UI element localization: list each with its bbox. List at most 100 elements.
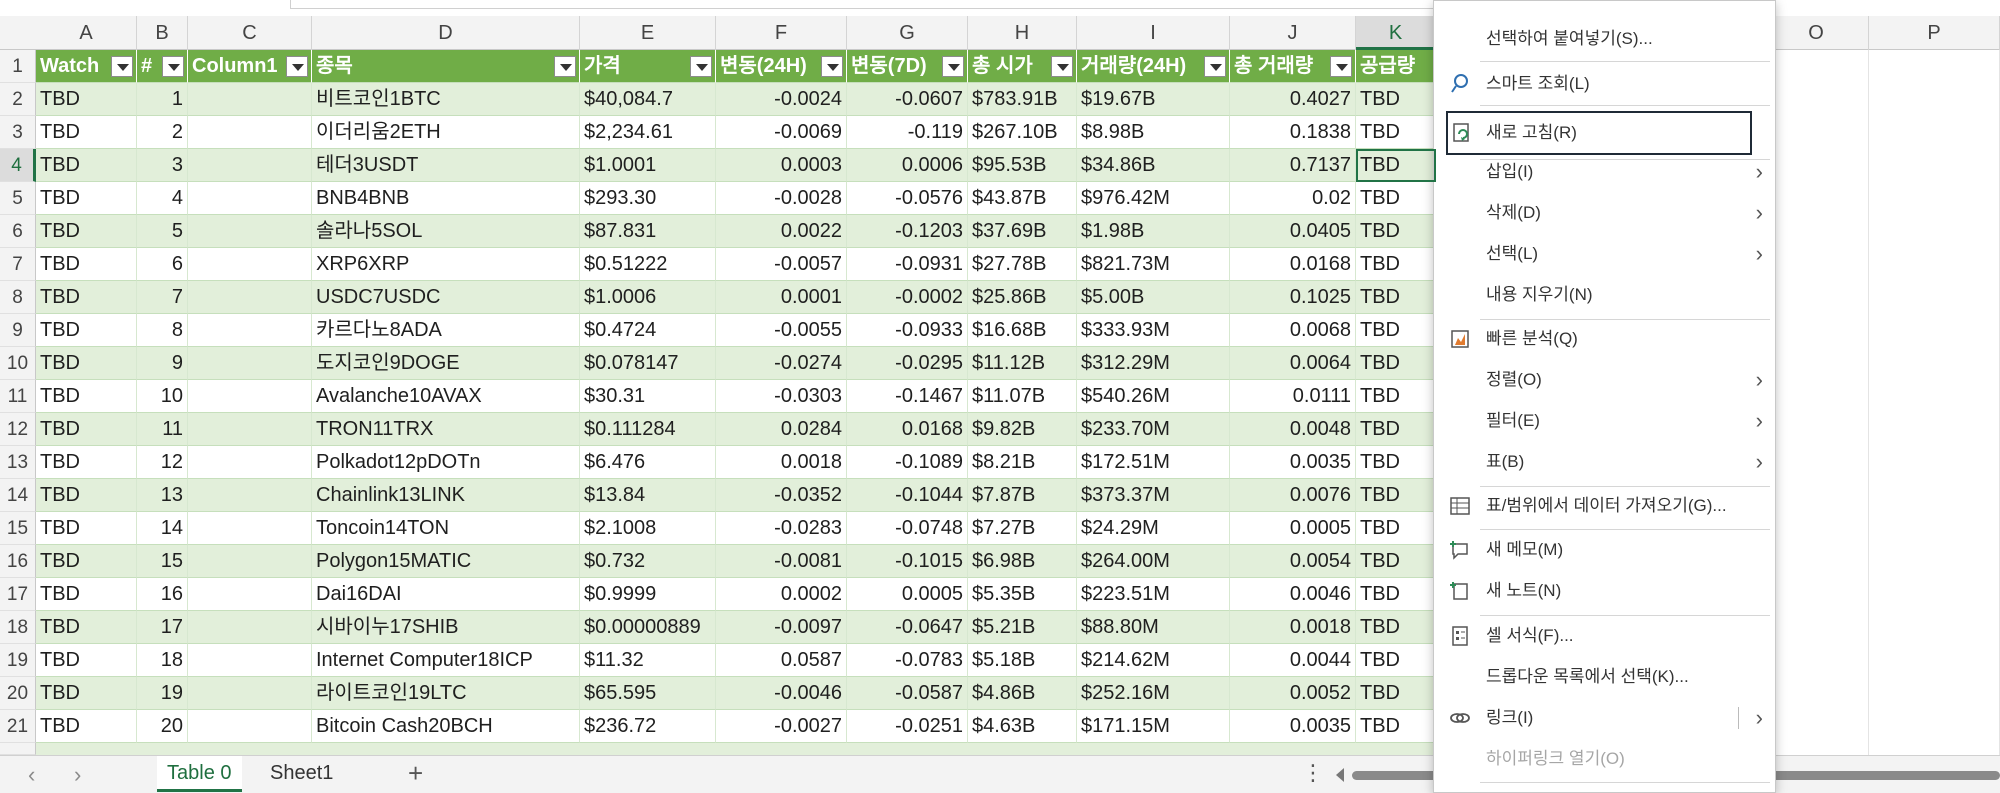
menu-new-note[interactable]: 새 노트(N): [1434, 575, 1775, 607]
table-cell[interactable]: TBD: [1356, 215, 1436, 248]
table-cell[interactable]: Toncoin14TON: [312, 512, 580, 545]
table-cell[interactable]: 0.0022: [716, 215, 847, 248]
menu-smart-lookup[interactable]: 스마트 조회(L): [1434, 68, 1775, 100]
table-cell[interactable]: 17: [137, 611, 188, 644]
table-cell[interactable]: TBD: [1356, 677, 1436, 710]
table-cell[interactable]: 0.0001: [716, 281, 847, 314]
table-cell[interactable]: TBD: [36, 578, 137, 611]
table-cell[interactable]: $4.86B: [968, 677, 1077, 710]
table-cell[interactable]: $5.35B: [968, 578, 1077, 611]
table-cell[interactable]: $223.51M: [1077, 578, 1230, 611]
table-cell[interactable]: $5.18B: [968, 644, 1077, 677]
menu-format-cells[interactable]: 셀 서식(F)...: [1434, 620, 1775, 652]
table-cell[interactable]: 10: [137, 380, 188, 413]
table-cell[interactable]: -0.1467: [847, 380, 968, 413]
table-cell[interactable]: 4: [137, 182, 188, 215]
filter-dropdown-icon[interactable]: [286, 56, 308, 77]
table-cell[interactable]: $0.00000889: [580, 611, 716, 644]
column-header-f[interactable]: F: [716, 16, 847, 50]
table-cell[interactable]: 13: [137, 479, 188, 512]
menu-paste-special[interactable]: 선택하여 붙여넣기(S)...: [1434, 23, 1775, 55]
row-header-18[interactable]: 18: [0, 611, 36, 644]
table-cell[interactable]: TBD: [1356, 479, 1436, 512]
menu-insert[interactable]: 삽입(I) ›: [1434, 156, 1775, 188]
table-cell[interactable]: $333.93M: [1077, 314, 1230, 347]
menu-quick-analysis[interactable]: 빠른 분석(Q): [1434, 323, 1775, 355]
row-header-20[interactable]: 20: [0, 677, 36, 710]
row-header-3[interactable]: 3: [0, 116, 36, 149]
table-cell[interactable]: [188, 281, 312, 314]
row-header-6[interactable]: 6: [0, 215, 36, 248]
table-cell[interactable]: 0.7137: [1230, 149, 1356, 182]
row-header-16[interactable]: 16: [0, 545, 36, 578]
table-cell[interactable]: $2.1008: [580, 512, 716, 545]
table-cell[interactable]: 0.0068: [1230, 314, 1356, 347]
menu-select[interactable]: 선택(L) ›: [1434, 238, 1775, 270]
table-cell[interactable]: 0.0405: [1230, 215, 1356, 248]
table-cell[interactable]: -0.0069: [716, 116, 847, 149]
table-cell[interactable]: -0.0251: [847, 710, 968, 743]
table-cell[interactable]: $540.26M: [1077, 380, 1230, 413]
table-cell[interactable]: [188, 116, 312, 149]
table-cell[interactable]: $252.16M: [1077, 677, 1230, 710]
table-cell[interactable]: $783.91B: [968, 83, 1077, 116]
table-cell[interactable]: 9: [137, 347, 188, 380]
row-header-21[interactable]: 21: [0, 710, 36, 743]
table-header-cell[interactable]: 변동(24H): [716, 50, 847, 83]
table-cell[interactable]: TBD: [1356, 545, 1436, 578]
menu-link[interactable]: 링크(I) ›: [1434, 702, 1775, 734]
row-header-5[interactable]: 5: [0, 182, 36, 215]
row-header-10[interactable]: 10: [0, 347, 36, 380]
filter-dropdown-icon[interactable]: [821, 56, 843, 77]
table-cell[interactable]: 0.02: [1230, 182, 1356, 215]
table-cell[interactable]: [188, 710, 312, 743]
filter-dropdown-icon[interactable]: [554, 56, 576, 77]
table-cell[interactable]: $1.98B: [1077, 215, 1230, 248]
table-cell[interactable]: 0.0064: [1230, 347, 1356, 380]
table-cell[interactable]: TBD: [36, 512, 137, 545]
table-cell[interactable]: TBD: [1356, 710, 1436, 743]
row-header-13[interactable]: 13: [0, 446, 36, 479]
table-cell[interactable]: $37.69B: [968, 215, 1077, 248]
table-cell[interactable]: $30.31: [580, 380, 716, 413]
table-cell[interactable]: $11.07B: [968, 380, 1077, 413]
table-cell[interactable]: $11.12B: [968, 347, 1077, 380]
table-cell[interactable]: Polygon15MATIC: [312, 545, 580, 578]
table-cell[interactable]: TBD: [1356, 281, 1436, 314]
table-cell[interactable]: $264.00M: [1077, 545, 1230, 578]
row-header-12[interactable]: 12: [0, 413, 36, 446]
scroll-left-icon[interactable]: [1336, 768, 1344, 782]
table-cell[interactable]: Chainlink13LINK: [312, 479, 580, 512]
table-cell[interactable]: XRP6XRP: [312, 248, 580, 281]
table-cell[interactable]: 0.0005: [847, 578, 968, 611]
table-cell[interactable]: $25.86B: [968, 281, 1077, 314]
table-cell[interactable]: TBD: [36, 83, 137, 116]
table-header-cell[interactable]: 종목: [312, 50, 580, 83]
table-cell[interactable]: TBD: [36, 281, 137, 314]
sheet-tab-sheet1[interactable]: Sheet1: [260, 756, 343, 792]
table-cell[interactable]: $233.70M: [1077, 413, 1230, 446]
table-cell[interactable]: 14: [137, 512, 188, 545]
table-cell[interactable]: TBD: [36, 710, 137, 743]
table-cell[interactable]: -0.0002: [847, 281, 968, 314]
table-cell[interactable]: [188, 149, 312, 182]
table-cell[interactable]: $821.73M: [1077, 248, 1230, 281]
row-header-17[interactable]: 17: [0, 578, 36, 611]
table-cell[interactable]: $6.98B: [968, 545, 1077, 578]
table-cell[interactable]: TBD: [1356, 149, 1436, 182]
table-cell[interactable]: 비트코인1BTC: [312, 83, 580, 116]
menu-clear-contents[interactable]: 내용 지우기(N): [1434, 279, 1775, 311]
table-cell[interactable]: $6.476: [580, 446, 716, 479]
table-cell[interactable]: 20: [137, 710, 188, 743]
table-cell[interactable]: [36, 743, 1436, 755]
column-header-h[interactable]: H: [968, 16, 1077, 50]
table-cell[interactable]: $8.21B: [968, 446, 1077, 479]
column-header-d[interactable]: D: [312, 16, 580, 50]
table-cell[interactable]: $236.72: [580, 710, 716, 743]
table-cell[interactable]: $88.80M: [1077, 611, 1230, 644]
row-header-1[interactable]: 1: [0, 50, 36, 83]
row-header-8[interactable]: 8: [0, 281, 36, 314]
table-cell[interactable]: $5.00B: [1077, 281, 1230, 314]
table-cell[interactable]: -0.1015: [847, 545, 968, 578]
table-cell[interactable]: [188, 644, 312, 677]
